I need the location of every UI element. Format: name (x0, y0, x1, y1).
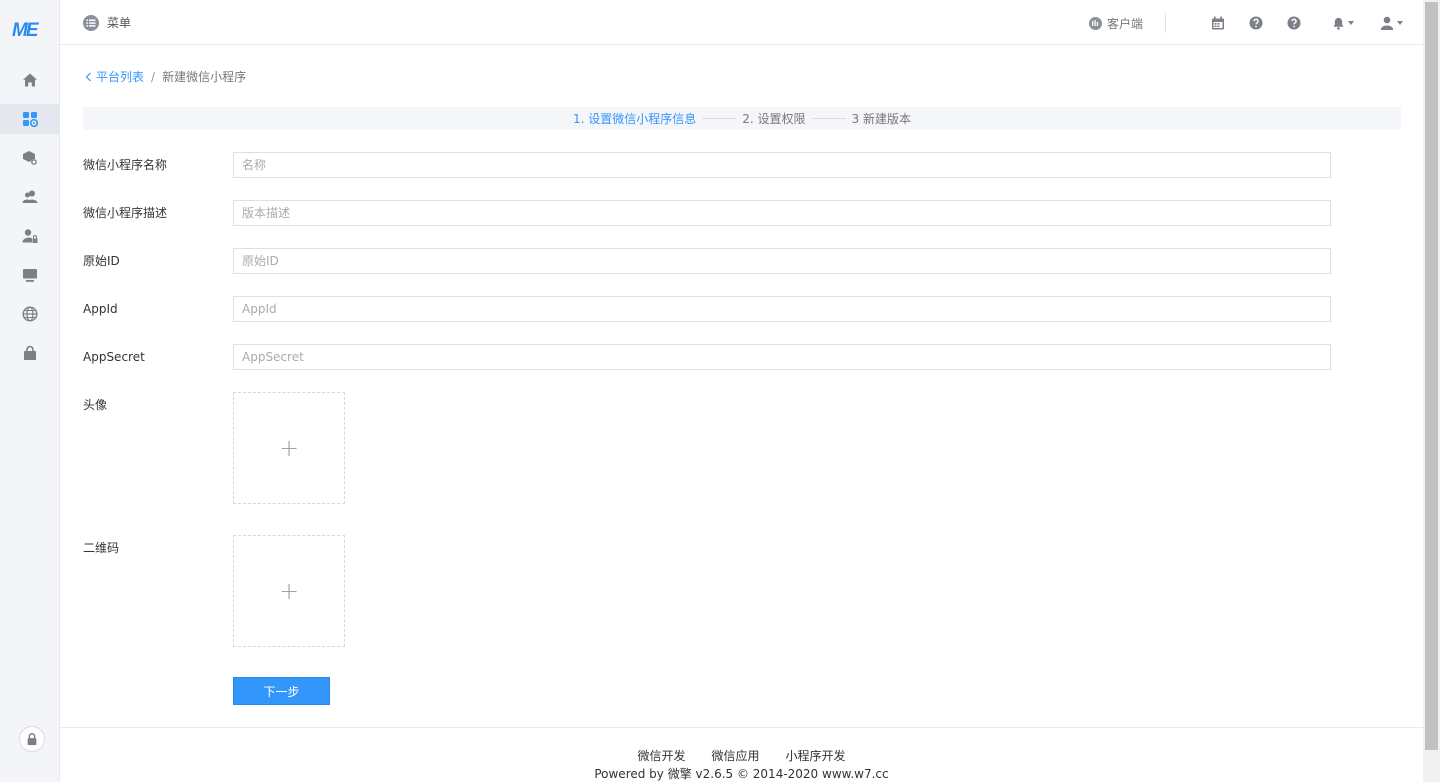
original-id-label: 原始ID (83, 254, 120, 268)
apps-gear-icon (23, 112, 38, 127)
sidebar-item-home[interactable] (0, 65, 60, 95)
form-row-appid: AppId (83, 296, 1331, 322)
sidebar-lock-button[interactable] (19, 726, 45, 752)
description-label: 微信小程序描述 (83, 206, 168, 220)
top-header: 菜单 客户端 (60, 0, 1423, 45)
name-label: 微信小程序名称 (83, 158, 168, 172)
breadcrumb-back-label: 平台列表 (96, 70, 145, 84)
appid-label: AppId (83, 302, 118, 316)
logo[interactable]: ME (12, 20, 48, 44)
next-step-button[interactable]: 下一步 (233, 677, 330, 705)
sidebar-item-site[interactable] (0, 299, 60, 329)
name-input[interactable] (233, 152, 1331, 178)
question-circle-icon (1249, 16, 1263, 30)
avatar-label: 头像 (83, 398, 108, 412)
calendar-icon (1212, 16, 1224, 30)
breadcrumb: 平台列表 / 新建微信小程序 (85, 68, 246, 85)
scrollbar-thumb[interactable] (1425, 2, 1438, 750)
form-row-name: 微信小程序名称 (83, 152, 1331, 178)
users-icon (22, 190, 38, 203)
shopping-bag-icon (24, 345, 36, 360)
notifications-dropdown[interactable] (1332, 17, 1354, 30)
plus-icon: + (278, 434, 300, 462)
globe-icon (22, 306, 38, 322)
description-input[interactable] (233, 200, 1331, 226)
sidebar-item-store[interactable] (0, 338, 60, 368)
breadcrumb-back-link[interactable]: 平台列表 (85, 68, 144, 85)
home-icon (23, 73, 37, 87)
breadcrumb-current: 新建微信小程序 (162, 70, 247, 84)
page-scrollbar[interactable] (1423, 0, 1440, 782)
step-connector (702, 118, 737, 119)
user-dropdown[interactable] (1380, 16, 1403, 30)
step-2: 2. 设置权限 (742, 112, 806, 126)
list-icon (83, 14, 99, 31)
form-row-qrcode: 二维码 + (83, 535, 345, 647)
calendar-button[interactable] (1210, 15, 1226, 31)
chevron-down-icon (1348, 21, 1354, 25)
sidebar-item-modules[interactable] (0, 143, 60, 173)
help-button-2[interactable] (1286, 15, 1302, 31)
footer-link-wechat-apps[interactable]: 微信应用 (711, 747, 759, 764)
user-icon (1380, 16, 1394, 30)
menu-label: 菜单 (107, 16, 132, 30)
form-row-original-id: 原始ID (83, 248, 1331, 274)
question-circle-icon (1287, 16, 1301, 30)
footer: 微信开发 微信应用 小程序开发 Powered by 微擎 v2.6.5 © 2… (60, 727, 1423, 782)
breadcrumb-separator: / (151, 69, 156, 84)
box-gear-icon (23, 151, 37, 165)
form-row-description: 微信小程序描述 (83, 200, 1331, 226)
footer-link-miniprogram-dev[interactable]: 小程序开发 (786, 747, 846, 764)
form-row-avatar: 头像 + (83, 392, 345, 504)
footer-link-wechat-dev[interactable]: 微信开发 (637, 747, 685, 764)
sidebar-item-permissions[interactable] (0, 221, 60, 251)
plus-icon: + (278, 577, 300, 605)
chevron-down-icon (1397, 21, 1403, 25)
bell-icon (1333, 17, 1344, 30)
sidebar: ME (0, 0, 60, 782)
steps-bar: 1. 设置微信小程序信息 2. 设置权限 3 新建版本 (83, 107, 1401, 130)
step-1: 1. 设置微信小程序信息 (573, 112, 697, 126)
monitor-icon (23, 269, 37, 282)
menu-toggle[interactable]: 菜单 (83, 14, 131, 31)
step-3: 3 新建版本 (851, 112, 911, 126)
qrcode-upload[interactable]: + (233, 535, 345, 647)
sidebar-item-system[interactable] (0, 260, 60, 290)
form-row-appsecret: AppSecret (83, 344, 1331, 370)
step-connector (811, 118, 846, 119)
footer-powered-by: Powered by 微擎 v2.6.5 © 2014-2020 www.w7.… (594, 767, 889, 781)
chevron-left-icon (85, 72, 91, 81)
client-link[interactable]: 客户端 (1088, 13, 1166, 33)
avatar-upload[interactable]: + (233, 392, 345, 504)
appid-input[interactable] (233, 296, 1331, 322)
header-actions: 客户端 (1088, 13, 1403, 33)
help-button-1[interactable] (1248, 15, 1264, 31)
client-icon (1088, 16, 1102, 30)
qrcode-label: 二维码 (83, 541, 120, 555)
client-label: 客户端 (1106, 16, 1143, 31)
user-lock-icon (22, 229, 38, 243)
original-id-input[interactable] (233, 248, 1331, 274)
appsecret-label: AppSecret (83, 350, 145, 364)
sidebar-item-platform[interactable] (0, 104, 60, 134)
sidebar-item-users[interactable] (0, 182, 60, 212)
footer-links: 微信开发 微信应用 小程序开发 (60, 747, 1423, 764)
lock-icon (27, 733, 37, 746)
appsecret-input[interactable] (233, 344, 1331, 370)
